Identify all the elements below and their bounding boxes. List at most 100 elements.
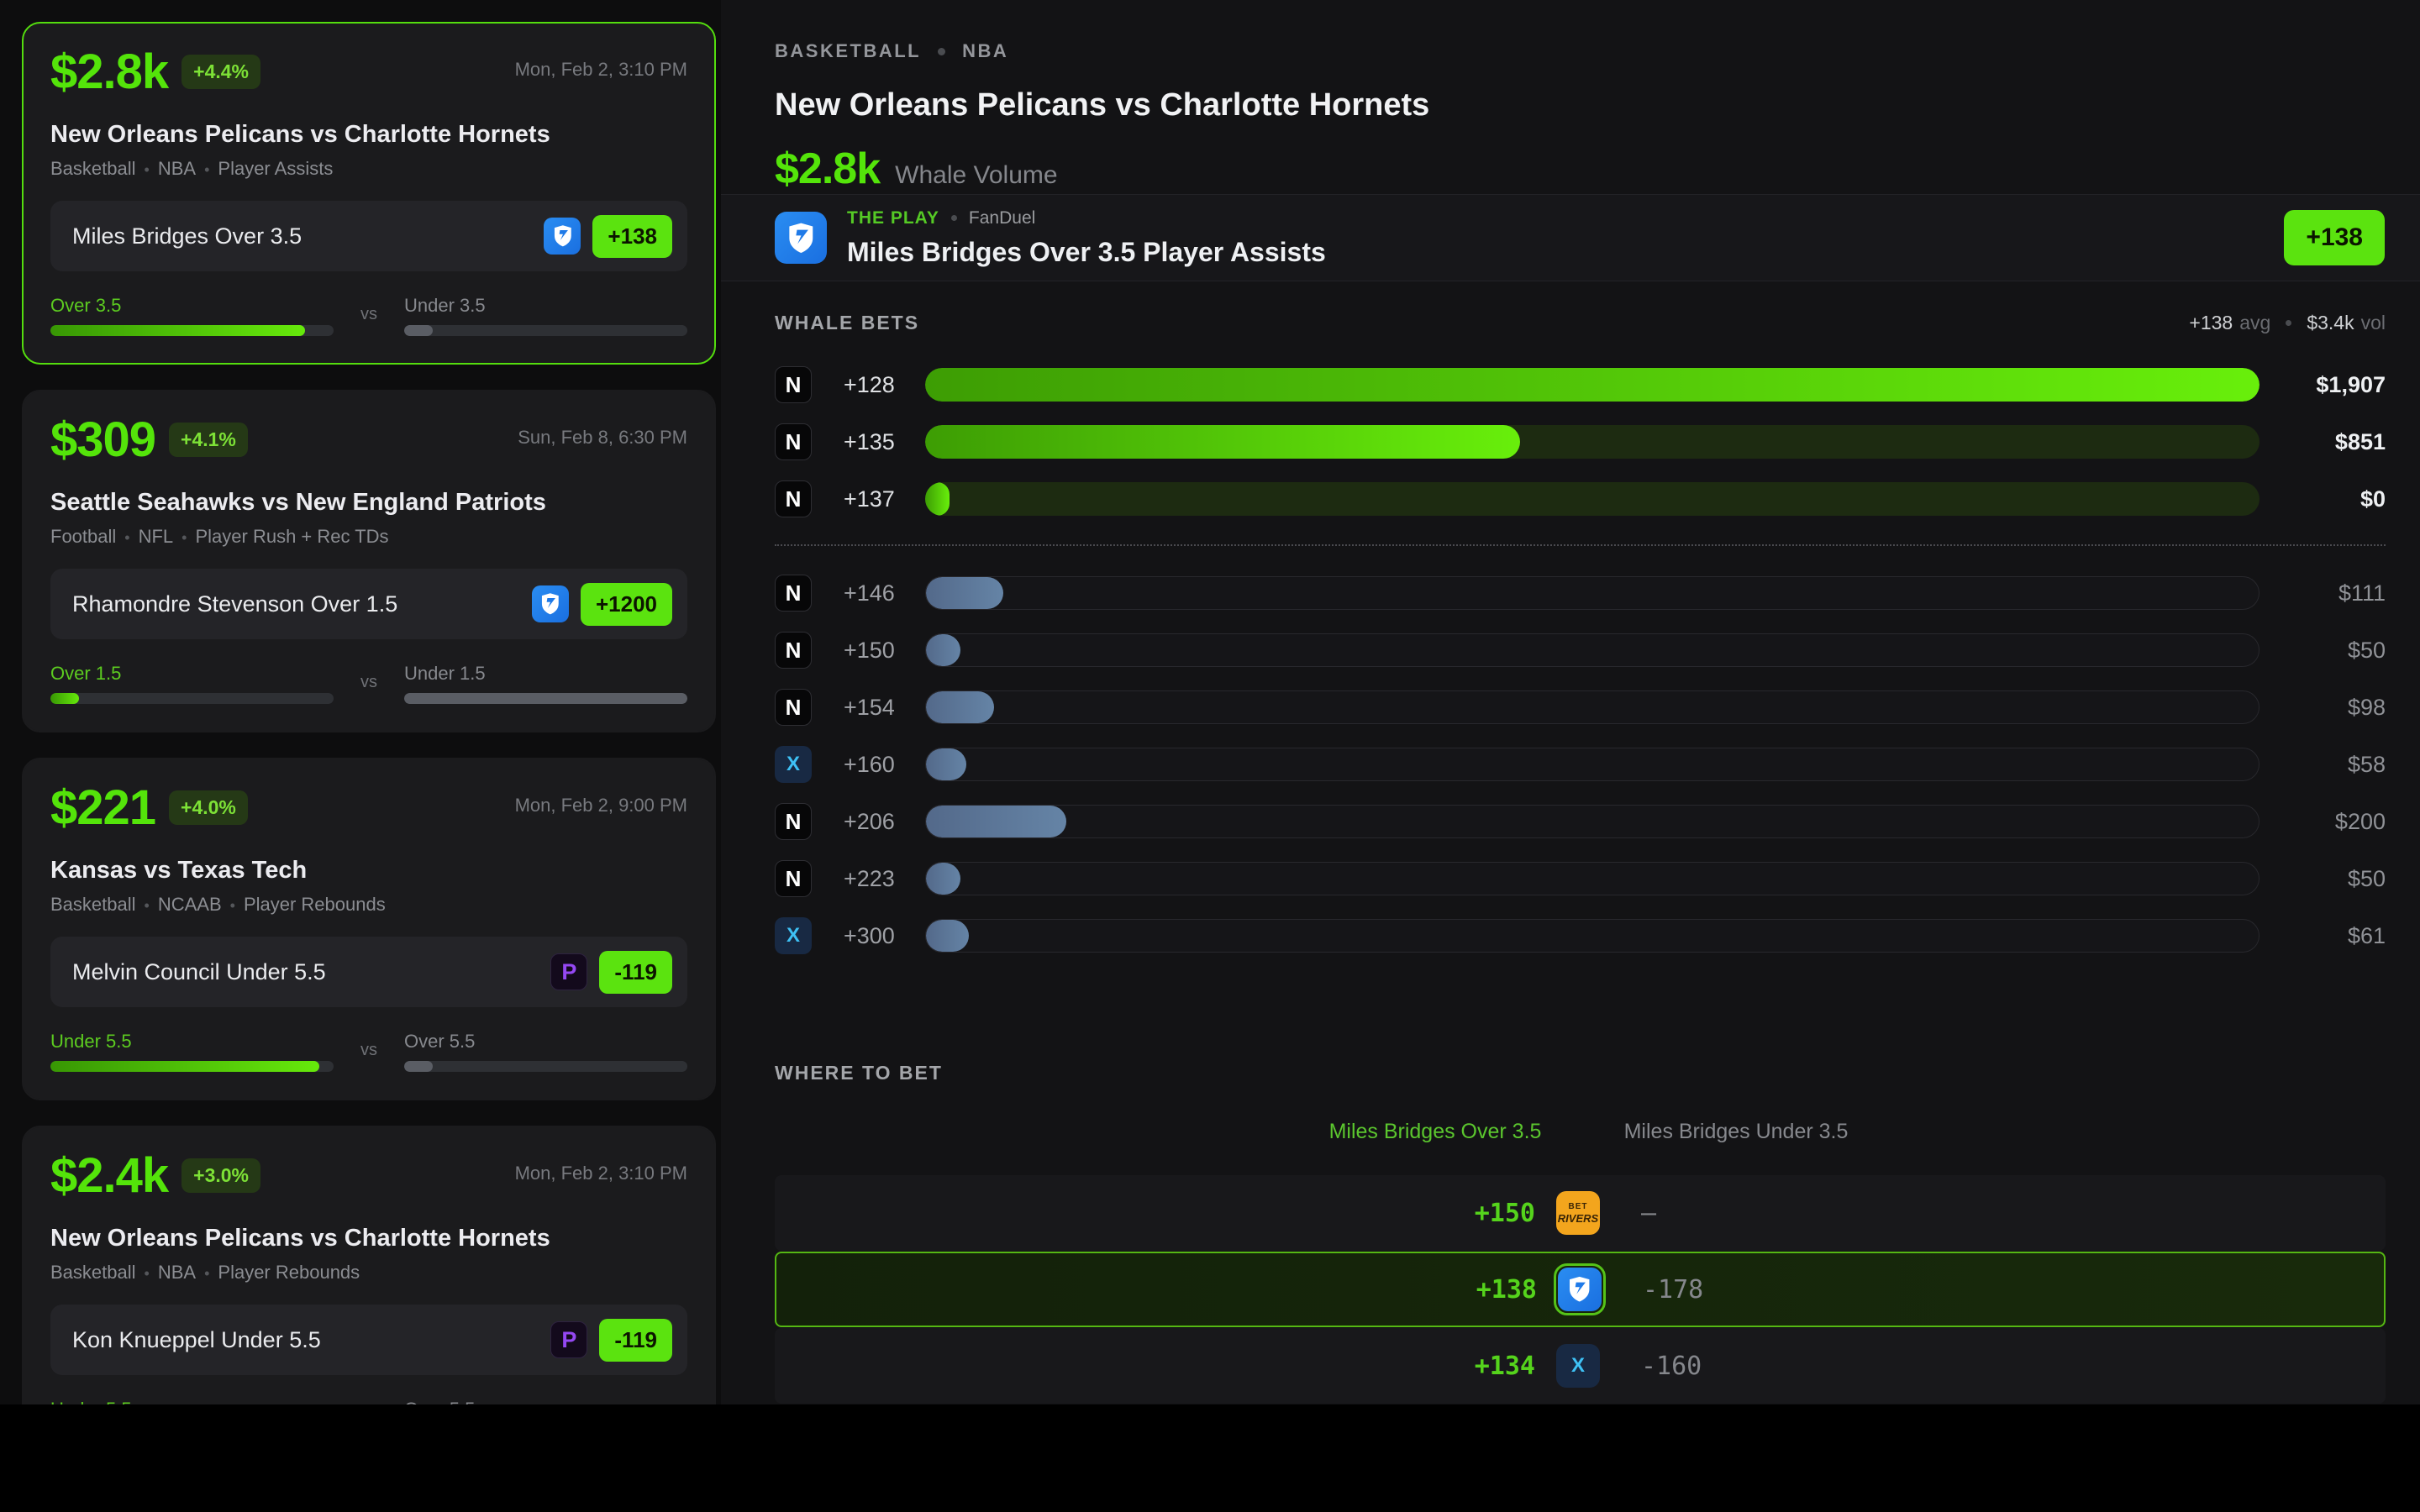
row-amount: $111	[2260, 580, 2386, 606]
volume-bar-track	[925, 919, 2260, 953]
betrivers-icon[interactable]: BET RIVERS	[1556, 1191, 1600, 1235]
bet-card-pelicans-hornets-assists[interactable]: $2.8k +4.4% Mon, Feb 2, 3:10 PM New Orle…	[22, 22, 716, 365]
row-odds: +135	[812, 429, 925, 455]
split-right: Under 1.5	[404, 663, 687, 704]
row-odds: +223	[812, 866, 925, 892]
row-amount: $50	[2260, 638, 2386, 664]
bet-odds-group: P -119	[550, 1319, 672, 1362]
kicker-dot	[951, 215, 957, 221]
breadcrumb-dot	[938, 48, 945, 55]
betx-icon: X	[775, 917, 812, 954]
betrivers-text-top: BET	[1569, 1203, 1588, 1211]
split-left: Under 5.5	[50, 1031, 334, 1072]
meta-sport: Basketball	[50, 158, 136, 179]
row-odds: +154	[812, 695, 925, 721]
bet-label: Miles Bridges Over 3.5	[72, 223, 302, 249]
bet-card-kansas-texastech[interactable]: $221 +4.0% Mon, Feb 2, 9:00 PM Kansas vs…	[22, 758, 716, 1100]
volume-bar-track	[925, 368, 2260, 402]
volume-bar-fill	[926, 691, 994, 723]
whale-bet-row: N +135 $851	[775, 423, 2386, 460]
volume-bar-track	[925, 425, 2260, 459]
over-odds-value: +134	[1475, 1352, 1535, 1381]
over-column-header: Miles Bridges Over 3.5	[1329, 1120, 1542, 1144]
whale-volume-total: $2.8k	[775, 144, 880, 194]
under-odds-cell: —	[1641, 1175, 1656, 1251]
split-left: Under 5.5	[50, 1399, 334, 1404]
sportsbook-row-fanduel-best[interactable]: +138 -178	[775, 1252, 2386, 1327]
bet-odds-group: +1200	[532, 583, 672, 626]
the-play-odds-badge[interactable]: +138	[2284, 210, 2385, 265]
betrivers-text-bottom: RIVERS	[1558, 1213, 1598, 1224]
matchup-title: Kansas vs Texas Tech	[50, 857, 687, 884]
bet-feed-sidebar: $2.8k +4.4% Mon, Feb 2, 3:10 PM New Orle…	[0, 0, 721, 1404]
stats-dot	[2286, 320, 2291, 326]
vs-label: vs	[334, 305, 404, 336]
sportsbook-row-betx[interactable]: +134 X -160	[775, 1328, 2386, 1404]
the-play-kicker: THE PLAY FanDuel	[847, 208, 1326, 228]
bet-selection-row[interactable]: Rhamondre Stevenson Over 1.5 +1200	[50, 569, 687, 639]
event-datetime: Mon, Feb 2, 9:00 PM	[515, 795, 687, 816]
volume-bar-fill	[926, 748, 966, 780]
under-column-header: Miles Bridges Under 3.5	[1624, 1120, 1849, 1144]
breadcrumb-sport: BASKETBALL	[775, 40, 921, 62]
over-under-split: Over 1.5 vs Under 1.5	[50, 663, 687, 704]
the-play-banner[interactable]: THE PLAY FanDuel Miles Bridges Over 3.5 …	[721, 195, 2420, 281]
page-title: New Orleans Pelicans vs Charlotte Hornet…	[775, 87, 2385, 123]
split-right-label: Under 3.5	[404, 295, 687, 315]
detail-header: BASKETBALL NBA New Orleans Pelicans vs C…	[721, 0, 2420, 195]
volume-bar-track	[925, 805, 2260, 838]
bet-card-seahawks-patriots[interactable]: $309 +4.1% Sun, Feb 8, 6:30 PM Seattle S…	[22, 390, 716, 732]
fanduel-icon[interactable]	[1558, 1268, 1602, 1311]
row-amount: $851	[2260, 429, 2386, 455]
the-play-label: THE PLAY	[847, 208, 939, 228]
split-left-label: Under 5.5	[50, 1031, 334, 1051]
novig-icon: N	[775, 575, 812, 612]
split-right-fill	[404, 325, 433, 336]
meta-sport: Football	[50, 526, 116, 547]
sportsbook-row-betrivers[interactable]: +150 BET RIVERS —	[775, 1175, 2386, 1251]
whale-volume-amount: $2.4k	[50, 1151, 168, 1201]
split-right-track	[404, 325, 687, 336]
odds-column-headers: Miles Bridges Over 3.5 Miles Bridges Und…	[775, 1120, 2386, 1145]
whale-bets-header: WHALE BETS +138 avg $3.4k vol	[775, 312, 2386, 334]
whale-bet-row: X +300 $61	[775, 917, 2386, 954]
row-odds: +300	[812, 923, 925, 949]
volume-bar-fill	[926, 863, 960, 895]
split-right: Under 3.5	[404, 295, 687, 336]
whale-volume-amount: $309	[50, 415, 155, 465]
where-to-bet-title: WHERE TO BET	[775, 1062, 943, 1084]
bet-selection-row[interactable]: Miles Bridges Over 3.5 +138	[50, 201, 687, 271]
whale-volume-label: Whale Volume	[895, 161, 1057, 190]
novig-icon: N	[775, 423, 812, 460]
split-right-track	[404, 1061, 687, 1072]
the-play-book: FanDuel	[969, 208, 1035, 228]
card-header: $309 +4.1% Sun, Feb 8, 6:30 PM	[50, 415, 687, 465]
where-to-bet-section: WHERE TO BET Miles Bridges Over 3.5 Mile…	[721, 1062, 2420, 1404]
over-under-split: Over 3.5 vs Under 3.5	[50, 295, 687, 336]
split-left-track	[50, 693, 334, 704]
total-vol-value: $3.4k	[2307, 312, 2354, 334]
meta-league: NCAAB	[136, 894, 222, 915]
matchup-title: Seattle Seahawks vs New England Patriots	[50, 489, 687, 516]
meta-league: NBA	[136, 158, 197, 179]
row-amount: $50	[2260, 866, 2386, 892]
volume-bar-fill	[925, 482, 950, 516]
bet-card-pelicans-hornets-rebounds[interactable]: $2.4k +3.0% Mon, Feb 2, 3:10 PM New Orle…	[22, 1126, 716, 1404]
fanduel-icon	[775, 212, 827, 264]
volume-bar-track	[925, 576, 2260, 610]
bet-label: Rhamondre Stevenson Over 1.5	[72, 591, 397, 617]
bet-label: Melvin Council Under 5.5	[72, 959, 326, 985]
bet-selection-row[interactable]: Melvin Council Under 5.5 P -119	[50, 937, 687, 1007]
bet-selection-row[interactable]: Kon Knueppel Under 5.5 P -119	[50, 1305, 687, 1375]
novig-icon: N	[775, 366, 812, 403]
meta-sport: Basketball	[50, 894, 136, 915]
whale-bet-row: N +223 $50	[775, 860, 2386, 897]
vs-label: vs	[334, 1041, 404, 1072]
split-left-fill	[50, 1061, 319, 1072]
where-to-bet-header: WHERE TO BET	[775, 1062, 2386, 1084]
breadcrumb-league: NBA	[962, 40, 1008, 62]
the-play-bet: Miles Bridges Over 3.5 Player Assists	[847, 237, 1326, 268]
volume-bar-fill	[925, 368, 2260, 402]
novig-icon: N	[775, 632, 812, 669]
betx-icon[interactable]: X	[1556, 1344, 1600, 1388]
